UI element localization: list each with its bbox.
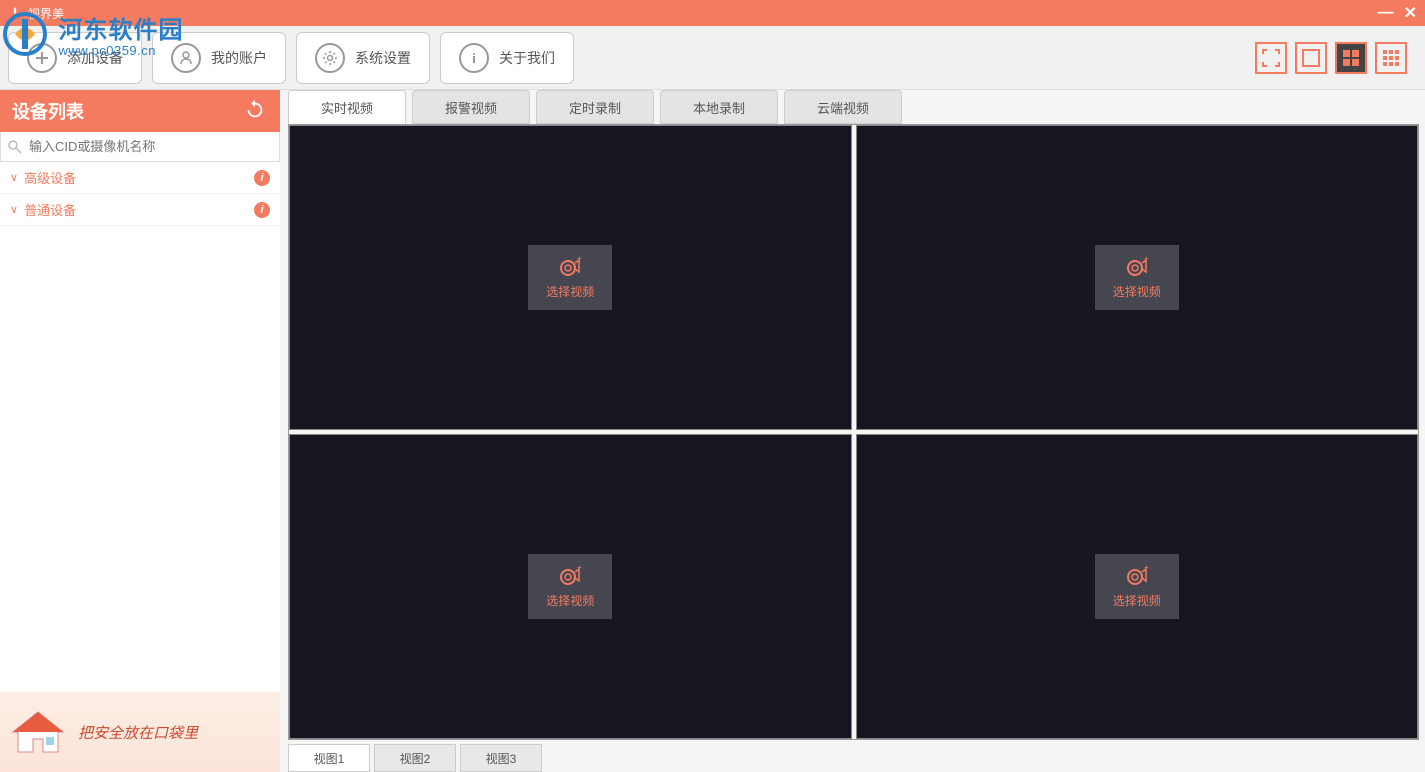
tab-label: 实时视频 xyxy=(321,98,373,117)
tab-scheduled-record[interactable]: 定时录制 xyxy=(536,90,654,124)
camera-icon: + xyxy=(557,255,583,277)
select-video-label: 选择视频 xyxy=(546,283,594,300)
tab-label: 定时录制 xyxy=(569,98,621,117)
select-video-button[interactable]: + 选择视频 xyxy=(528,245,612,310)
tab-label: 本地录制 xyxy=(693,98,745,117)
add-device-label: 添加设备 xyxy=(67,48,123,68)
refresh-button[interactable] xyxy=(244,99,268,123)
select-video-label: 选择视频 xyxy=(546,592,594,609)
select-video-button[interactable]: + 选择视频 xyxy=(1095,554,1179,619)
video-grid: + 选择视频 + 选择视频 + 选择视频 + 选择视频 xyxy=(288,124,1419,740)
select-video-label: 选择视频 xyxy=(1113,592,1161,609)
layout-grid9-button[interactable] xyxy=(1375,42,1407,74)
device-group-label: 高级设备 xyxy=(24,168,76,187)
tab-label: 云端视频 xyxy=(817,98,869,117)
tab-cloud-video[interactable]: 云端视频 xyxy=(784,90,902,124)
camera-icon: + xyxy=(1124,255,1150,277)
select-video-button[interactable]: + 选择视频 xyxy=(528,554,612,619)
add-device-button[interactable]: 添加设备 xyxy=(8,32,142,84)
video-cell[interactable]: + 选择视频 xyxy=(856,125,1419,430)
device-group-label: 普通设备 xyxy=(24,200,76,219)
minimize-button[interactable]: — xyxy=(1378,4,1394,22)
search-box xyxy=(0,132,280,162)
sidebar-header: 设备列表 xyxy=(0,90,280,132)
view-tab-1[interactable]: 视图1 xyxy=(288,744,370,772)
svg-text:+: + xyxy=(1144,255,1149,263)
device-group-normal[interactable]: ∨ 普通设备 i xyxy=(0,194,280,226)
view-tabs: 视图1 视图2 视图3 xyxy=(288,744,1419,772)
select-video-label: 选择视频 xyxy=(1113,283,1161,300)
main: 设备列表 ∨ 高级设备 i ∨ 普通设备 i 把安全放在口袋里 xyxy=(0,90,1425,772)
layout-fullscreen-button[interactable] xyxy=(1255,42,1287,74)
layout-grid4-button[interactable] xyxy=(1335,42,1367,74)
plus-icon xyxy=(27,43,57,73)
tab-local-record[interactable]: 本地录制 xyxy=(660,90,778,124)
house-icon xyxy=(8,707,68,757)
my-account-label: 我的账户 xyxy=(211,48,267,68)
view-tab-label: 视图2 xyxy=(400,750,431,767)
content: 实时视频 报警视频 定时录制 本地录制 云端视频 + 选择视频 + 选择视频 xyxy=(280,90,1425,772)
content-tabs: 实时视频 报警视频 定时录制 本地录制 云端视频 xyxy=(288,90,1419,124)
window-controls: — ✕ xyxy=(1378,0,1417,26)
about-us-label: 关于我们 xyxy=(499,48,555,68)
about-us-button[interactable]: 关于我们 xyxy=(440,32,574,84)
info-icon xyxy=(459,43,489,73)
chevron-down-icon: ∨ xyxy=(10,171,18,184)
layout-switcher xyxy=(1255,42,1407,74)
view-tab-3[interactable]: 视图3 xyxy=(460,744,542,772)
slogan-text: 把安全放在口袋里 xyxy=(78,722,198,743)
select-video-button[interactable]: + 选择视频 xyxy=(1095,245,1179,310)
video-cell[interactable]: + 选择视频 xyxy=(289,125,852,430)
tab-label: 报警视频 xyxy=(445,98,497,117)
layout-single-button[interactable] xyxy=(1295,42,1327,74)
info-badge-icon[interactable]: i xyxy=(254,202,270,218)
video-cell[interactable]: + 选择视频 xyxy=(856,434,1419,739)
camera-icon: + xyxy=(557,564,583,586)
video-cell[interactable]: + 选择视频 xyxy=(289,434,852,739)
camera-icon: + xyxy=(1124,564,1150,586)
view-tab-2[interactable]: 视图2 xyxy=(374,744,456,772)
system-settings-label: 系统设置 xyxy=(355,48,411,68)
app-title: 视界美 xyxy=(28,5,64,22)
info-badge-icon[interactable]: i xyxy=(254,170,270,186)
device-group-advanced[interactable]: ∨ 高级设备 i xyxy=(0,162,280,194)
gear-icon xyxy=(315,43,345,73)
view-tab-label: 视图1 xyxy=(314,750,345,767)
close-button[interactable]: ✕ xyxy=(1404,3,1417,23)
search-input[interactable] xyxy=(27,137,273,156)
sidebar-title: 设备列表 xyxy=(12,98,84,124)
titlebar: 视界美 — ✕ xyxy=(0,0,1425,26)
sidebar: 设备列表 ∨ 高级设备 i ∨ 普通设备 i 把安全放在口袋里 xyxy=(0,90,280,772)
app-icon xyxy=(8,6,22,20)
toolbar: 添加设备 我的账户 系统设置 关于我们 xyxy=(0,26,1425,90)
svg-text:+: + xyxy=(1144,564,1149,572)
tab-realtime-video[interactable]: 实时视频 xyxy=(288,90,406,124)
tab-alarm-video[interactable]: 报警视频 xyxy=(412,90,530,124)
svg-text:+: + xyxy=(577,564,582,572)
user-icon xyxy=(171,43,201,73)
search-icon xyxy=(7,139,23,155)
my-account-button[interactable]: 我的账户 xyxy=(152,32,286,84)
system-settings-button[interactable]: 系统设置 xyxy=(296,32,430,84)
chevron-down-icon: ∨ xyxy=(10,203,18,216)
svg-text:+: + xyxy=(577,255,582,263)
sidebar-footer: 把安全放在口袋里 xyxy=(0,692,280,772)
view-tab-label: 视图3 xyxy=(486,750,517,767)
